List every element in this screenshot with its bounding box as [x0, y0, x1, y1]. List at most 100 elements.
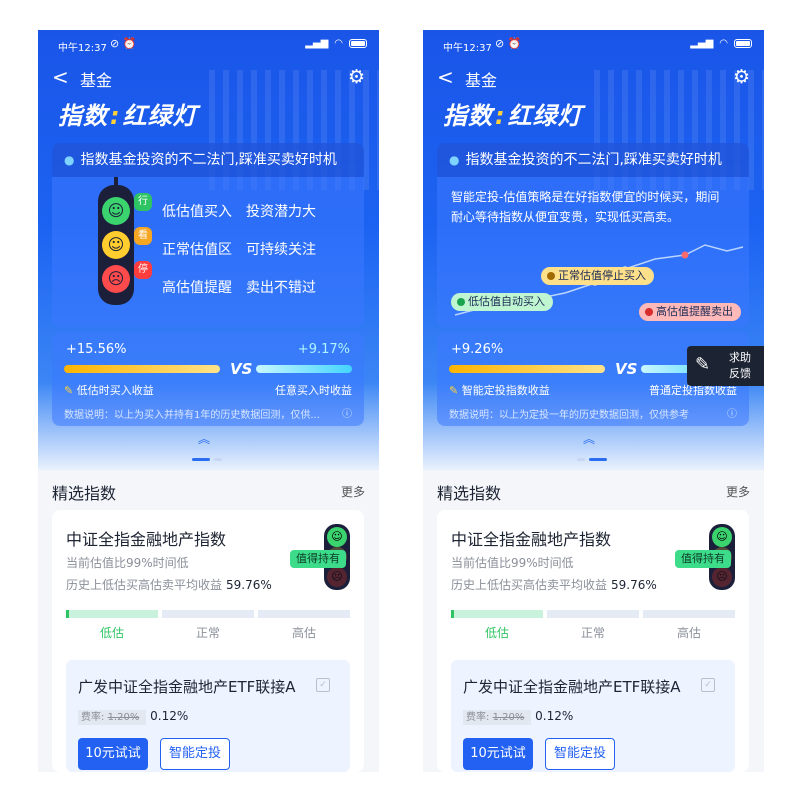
smart-invest-button[interactable]: 智能定投	[545, 738, 615, 770]
status-bar: 中午12:37 ⊘ ⏰ ▂▄▆ ◠	[38, 30, 379, 58]
status-right: ▂▄▆ ◠	[305, 38, 367, 49]
index-card[interactable]: 中证全指金融地产指数 当前估值比99%时间低 历史上低估买高估卖平均收益 59.7…	[437, 510, 749, 772]
fund-card[interactable]: 广发中证全指金融地产ETF联接A ✓ 费率: 1.20% 0.12% 10元试试…	[451, 660, 735, 772]
scale-seg-high	[643, 610, 735, 618]
smile-face-icon: ☺	[102, 197, 130, 225]
edit-icon: ✎	[695, 354, 711, 375]
light-row-label: 高估值提醒	[162, 280, 232, 296]
brand-part2: 红绿灯	[507, 102, 583, 130]
feedback-button[interactable]: ✎ 求助 反馈	[687, 346, 764, 386]
check-icon: ✓	[701, 678, 715, 692]
badge-watch: 看	[134, 227, 152, 245]
fund-name: 广发中证全指金融地产ETF联接A	[463, 678, 681, 696]
chevron-up-icon[interactable]: ︽	[198, 430, 210, 447]
light-row-normal: 正常估值区 可持续关注	[162, 239, 316, 259]
thumb-icon: ✎	[64, 384, 74, 397]
smile-face-icon: ☺	[327, 527, 347, 547]
wifi-icon: ◠	[334, 38, 343, 49]
neutral-face-icon: ☺	[102, 231, 130, 259]
brand-part1: 指数	[58, 102, 108, 130]
scale-label-normal: 正常	[195, 626, 220, 640]
scale-marker	[451, 610, 454, 618]
info-icon[interactable]: ⓘ	[342, 405, 352, 420]
vs-label: VS	[230, 360, 253, 378]
smart-invest-button[interactable]: 智能定投	[160, 738, 230, 770]
fund-name: 广发中证全指金融地产ETF联接A	[78, 678, 296, 696]
index-valuation-text: 当前估值比99%时间低	[451, 556, 574, 570]
scale-label-high: 高估	[676, 626, 701, 640]
fund-card[interactable]: 广发中证全指金融地产ETF联接A ✓ 费率: 1.20% 0.12% 10元试试…	[66, 660, 350, 772]
more-link[interactable]: 更多	[341, 483, 365, 500]
low-buy-label: ✎ 低估时买入收益	[64, 384, 154, 397]
status-time: 中午12:37	[443, 43, 492, 54]
phone-screen-right: 中午12:37 ⊘ ⏰ ▂▄▆ ◠ < 基金 ⚙ 指数:红绿灯 ● 指数基金投资的…	[423, 30, 764, 772]
back-icon[interactable]: <	[437, 64, 454, 90]
nav-title: 基金	[465, 71, 498, 90]
gear-icon[interactable]: ⚙	[348, 66, 365, 88]
try-10-button[interactable]: 10元试试	[463, 738, 533, 770]
index-history-return: 历史上低估买高估卖平均收益 59.76%	[451, 578, 657, 592]
pill-sell-alert: 高估值提醒卖出	[639, 303, 741, 321]
light-row-desc: 投资潜力大	[246, 204, 316, 220]
try-10-button[interactable]: 10元试试	[78, 738, 148, 770]
scale-seg-normal	[547, 610, 639, 618]
badge-stop: 停	[134, 261, 152, 279]
smile-face-icon: ☺	[712, 527, 732, 547]
signal-icon: ▂▄▆	[305, 38, 329, 49]
info-icon[interactable]: ⓘ	[727, 405, 737, 420]
data-note: 数据说明：以上为定投一年的历史数据回测，仅供参考	[449, 410, 689, 421]
angry-face-icon: ☹	[712, 567, 732, 587]
feedback-label: 求助 反馈	[729, 351, 751, 380]
scale-seg-high	[258, 610, 350, 618]
thumb-icon: ✎	[449, 384, 459, 397]
info-card-title: 指数基金投资的不二法门,踩准买卖好时机	[80, 152, 337, 168]
light-row-desc: 可持续关注	[246, 242, 316, 258]
nav-bar: < 基金 ⚙	[423, 64, 764, 92]
scale-seg-low	[66, 610, 158, 618]
smart-invest-return: +9.26%	[451, 342, 504, 357]
light-row-label: 正常估值区	[162, 242, 232, 258]
scale-label-normal: 正常	[580, 626, 605, 640]
light-row-high: 高估值提醒 卖出不错过	[162, 277, 316, 297]
chevron-up-icon[interactable]: ︽	[583, 430, 595, 447]
scale-label-low: 低估	[99, 626, 124, 640]
index-valuation-text: 当前估值比99%时间低	[66, 556, 189, 570]
fund-fee: 费率: 1.20% 0.12%	[463, 708, 573, 725]
pill-stop-buy: 正常估值停止买入	[541, 267, 654, 285]
status-time: 中午12:37	[58, 43, 107, 54]
info-card-header: ● 指数基金投资的不二法门,踩准买卖好时机	[52, 143, 364, 177]
valuation-scale	[66, 610, 350, 618]
smart-invest-label: ✎ 智能定投指数收益	[449, 384, 550, 397]
gear-icon[interactable]: ⚙	[733, 66, 750, 88]
brand-title: 指数:红绿灯	[58, 96, 198, 131]
alarm-icon: ⊘ ⏰	[110, 37, 137, 50]
more-link[interactable]: 更多	[726, 483, 750, 500]
back-icon[interactable]: <	[52, 64, 69, 90]
angry-face-icon: ☹	[327, 567, 347, 587]
page-dot-active	[192, 458, 210, 461]
angry-face-icon: ☹	[102, 265, 130, 293]
index-history-return: 历史上低估买高估卖平均收益 59.76%	[66, 578, 272, 592]
status-bar: 中午12:37 ⊘ ⏰ ▂▄▆ ◠	[423, 30, 764, 58]
hold-badge: 值得持有	[675, 550, 731, 568]
wifi-icon: ◠	[719, 38, 728, 49]
page-dot-active	[589, 458, 607, 461]
traffic-light-pole	[114, 177, 118, 185]
any-buy-label: 任意买入时收益	[275, 384, 352, 397]
any-buy-bar	[256, 365, 352, 373]
alarm-icon: ⊘ ⏰	[495, 37, 522, 50]
section-title: 精选指数	[52, 484, 117, 503]
info-card-traffic-light: ● 指数基金投资的不二法门,踩准买卖好时机 ☺ ☺ ☹ 行 看 停 低估值买入 投资…	[52, 143, 364, 327]
fund-fee: 费率: 1.20% 0.12%	[78, 708, 188, 725]
vs-label: VS	[615, 360, 638, 378]
page-dot	[214, 458, 222, 461]
valuation-scale	[451, 610, 735, 618]
any-buy-return: +9.17%	[297, 342, 350, 357]
low-buy-bar	[64, 365, 220, 373]
low-buy-return: +15.56%	[66, 342, 127, 357]
pill-dot	[547, 272, 555, 280]
smart-invest-bar	[449, 365, 605, 373]
index-card[interactable]: 中证全指金融地产指数 当前估值比99%时间低 历史上低估买高估卖平均收益 59.7…	[52, 510, 364, 772]
curve-point-high	[681, 251, 689, 259]
nav-bar: < 基金 ⚙	[38, 64, 379, 92]
